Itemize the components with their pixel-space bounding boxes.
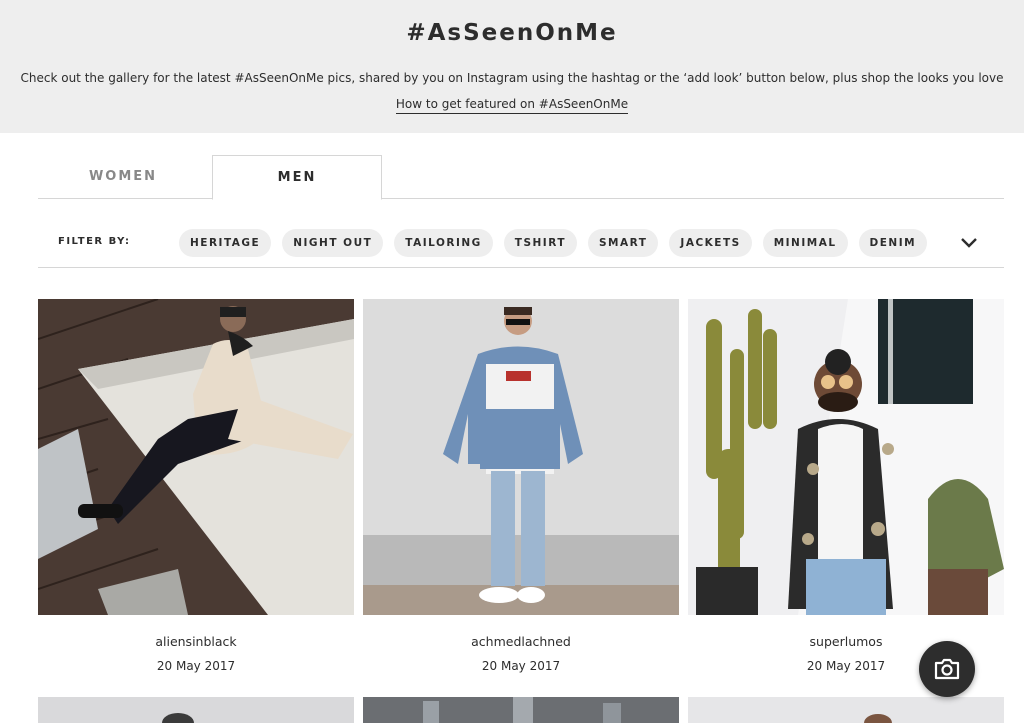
filter-chip-heritage[interactable]: HERITAGE [179, 229, 272, 257]
gallery-username[interactable]: aliensinblack [38, 634, 354, 649]
filter-chip-minimal[interactable]: MINIMAL [762, 229, 848, 257]
gallery-username[interactable]: achmedlachned [363, 634, 679, 649]
gallery-photo-partial[interactable] [688, 697, 1004, 723]
gallery-card[interactable]: achmedlachned 20 May 2017 [363, 299, 679, 673]
gallery-photo[interactable] [688, 299, 1004, 615]
gallery-photo-partial[interactable] [38, 697, 354, 723]
gender-tabs: WOMEN MEN [38, 155, 1004, 200]
filter-chip-tailoring[interactable]: TAILORING [394, 229, 493, 257]
gallery-photo-partial[interactable] [363, 697, 679, 723]
chevron-down-icon[interactable] [959, 233, 979, 253]
filter-chip-denim[interactable]: DENIM [858, 229, 928, 257]
how-to-get-featured-link[interactable]: How to get featured on #AsSeenOnMe [395, 97, 629, 114]
gallery-date: 20 May 2017 [156, 659, 236, 673]
filter-chip-jackets[interactable]: JACKETS [669, 229, 752, 257]
hero-description: Check out the gallery for the latest #As… [20, 71, 1004, 85]
gallery-date: 20 May 2017 [481, 659, 561, 673]
filter-chip-smart[interactable]: SMART [588, 229, 659, 257]
tab-men[interactable]: MEN [212, 155, 382, 200]
filter-chip-tshirt[interactable]: TSHIRT [503, 229, 577, 257]
filter-label: FILTER BY: [58, 236, 131, 247]
filter-chips: HERITAGE NIGHT OUT TAILORING TSHIRT SMAR… [179, 229, 928, 257]
filter-chip-night-out[interactable]: NIGHT OUT [282, 229, 384, 257]
gallery-photo[interactable] [38, 299, 354, 615]
gallery-card[interactable]: aliensinblack 20 May 2017 [38, 299, 354, 673]
tab-women[interactable]: WOMEN [38, 155, 208, 199]
camera-icon [934, 658, 960, 680]
gallery-card[interactable]: superlumos 20 May 2017 [688, 299, 1004, 673]
hero-banner: #AsSeenOnMe Check out the gallery for th… [0, 0, 1024, 133]
gallery-photo[interactable] [363, 299, 679, 615]
filter-bar: FILTER BY: HERITAGE NIGHT OUT TAILORING … [38, 220, 1004, 268]
add-look-camera-button[interactable] [919, 641, 975, 697]
page-title: #AsSeenOnMe [406, 20, 618, 46]
